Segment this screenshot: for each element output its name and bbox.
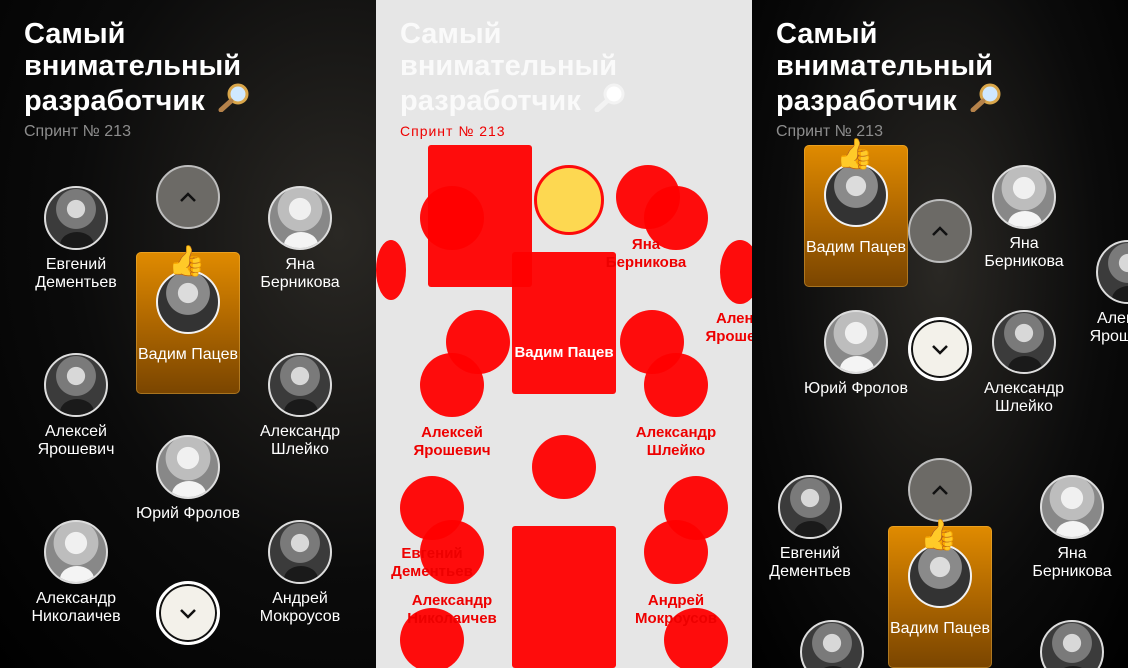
person-card[interactable]: Алексей Ярошевич xyxy=(20,353,132,459)
chevron-down-icon xyxy=(180,609,196,619)
person-name: Юрий Фролов xyxy=(136,505,240,522)
chevron-down-icon xyxy=(932,345,948,355)
person-card[interactable]: Александр Шлейко xyxy=(244,353,356,459)
page-title-text: Самый внимательный разработчик xyxy=(400,18,618,117)
page-title: Самый внимательный разработчик xyxy=(24,18,324,119)
panel-changed: Самый внимательный разработчик Спринт № … xyxy=(752,0,1128,668)
person-name: Александр Николаичев xyxy=(31,590,121,625)
winner-card[interactable]: 👍 Вадим Пацев xyxy=(136,246,240,394)
magnifier-icon xyxy=(593,82,627,119)
diff-region xyxy=(376,240,406,300)
scroll-up-button[interactable] xyxy=(908,458,972,522)
avatar xyxy=(156,270,220,334)
magnifier-icon xyxy=(969,82,1003,119)
person-name: Андрей Мокроусов xyxy=(259,590,341,625)
diff-label: Александр Шлейко xyxy=(635,424,717,459)
avatar xyxy=(992,310,1056,374)
avatar xyxy=(1040,620,1104,668)
person-card-partial[interactable] xyxy=(1016,620,1128,668)
page-title-text: Самый внимательный разработчик xyxy=(24,18,242,117)
diff-label: Вадим Пацев xyxy=(514,344,614,361)
avatar xyxy=(824,310,888,374)
person-card[interactable]: Евгений Дементьев xyxy=(20,186,132,292)
person-card[interactable]: Алексей Ярошевич xyxy=(1072,240,1128,346)
person-name: Яна Берникова xyxy=(260,256,340,291)
diff-region xyxy=(720,240,752,304)
winner-name: Вадим Пацев xyxy=(805,239,907,256)
diff-region xyxy=(420,186,484,250)
diff-region xyxy=(512,526,616,668)
winner-name: Вадим Пацев xyxy=(889,620,991,637)
avatar xyxy=(800,620,864,668)
person-name: Яна Берникова xyxy=(1032,545,1112,580)
diff-region xyxy=(512,252,616,394)
avatar xyxy=(1096,240,1128,304)
avatar xyxy=(44,520,108,584)
diff-label: Алексей Ярошевич xyxy=(413,424,491,459)
page-title: Самый внимательный разработчик xyxy=(776,18,1076,119)
scroll-up-button[interactable] xyxy=(156,165,220,229)
person-name: Юрий Фролов xyxy=(804,380,908,397)
person-card[interactable]: Яна Берникова xyxy=(244,186,356,292)
person-name: Яна Берникова xyxy=(984,235,1064,270)
person-card[interactable]: Александр Шлейко xyxy=(968,310,1080,416)
avatar xyxy=(778,475,842,539)
avatar xyxy=(44,186,108,250)
diff-region xyxy=(644,353,708,417)
diff-label: Алений Ярошевич xyxy=(705,310,752,345)
diff-label: Яна Берникова xyxy=(605,236,687,271)
person-card[interactable]: Юрий Фролов xyxy=(132,435,244,523)
page-title-text: Самый внимательный разработчик xyxy=(776,18,994,117)
person-name: Александр Шлейко xyxy=(259,423,341,458)
thumbs-up-icon: 👍 xyxy=(920,518,958,553)
person-card[interactable]: Юрий Фролов xyxy=(800,310,912,398)
person-card[interactable]: Андрей Мокроусов xyxy=(244,520,356,626)
thumbs-up-icon: 👍 xyxy=(836,137,874,172)
avatar xyxy=(1040,475,1104,539)
diff-label: Евгений Дементьев xyxy=(391,545,473,580)
person-card[interactable]: Евгений Дементьев xyxy=(754,475,866,581)
person-name: Евгений Дементьев xyxy=(35,256,117,291)
avatar xyxy=(44,353,108,417)
sprint-label: Спринт № 213 xyxy=(400,123,506,139)
chevron-up-icon xyxy=(180,192,196,202)
avatar xyxy=(156,435,220,499)
avatar xyxy=(992,165,1056,229)
page-title: Самый внимательный разработчик xyxy=(400,18,700,119)
person-name: Александр Шлейко xyxy=(983,380,1065,415)
magnifier-icon xyxy=(217,82,251,119)
sprint-label: Спринт № 213 xyxy=(24,123,131,140)
scroll-up-button[interactable] xyxy=(908,199,972,263)
person-card-partial[interactable] xyxy=(776,620,888,668)
panel-original: Самый внимательный разработчик Спринт № … xyxy=(0,0,376,668)
avatar xyxy=(268,353,332,417)
scroll-down-button[interactable] xyxy=(156,581,220,645)
winner-card[interactable]: 👍 Вадим Пацев xyxy=(804,139,908,287)
diff-label: Андрей Мокроусов xyxy=(635,592,717,627)
diff-region xyxy=(420,353,484,417)
diff-region xyxy=(532,435,596,499)
person-name: Алексей Ярошевич xyxy=(37,423,115,458)
winner-card[interactable]: 👍 Вадим Пацев xyxy=(888,520,992,668)
avatar xyxy=(268,520,332,584)
avatar xyxy=(908,544,972,608)
person-card[interactable]: Яна Берникова xyxy=(1016,475,1128,581)
person-name: Алексей Ярошевич xyxy=(1089,310,1128,345)
diff-label: Александр Николаичев xyxy=(407,592,497,627)
person-card[interactable]: Александр Николаичев xyxy=(20,520,132,626)
diff-region xyxy=(534,165,604,235)
diff-region xyxy=(644,520,708,584)
thumbs-up-icon: 👍 xyxy=(168,244,206,279)
panel-diff: Самый внимательный разработчик Спринт № … xyxy=(376,0,752,668)
avatar xyxy=(824,163,888,227)
chevron-up-icon xyxy=(932,226,948,236)
avatar xyxy=(268,186,332,250)
person-card[interactable]: Яна Берникова xyxy=(968,165,1080,271)
winner-name: Вадим Пацев xyxy=(137,346,239,363)
person-name: Евгений Дементьев xyxy=(769,545,851,580)
chevron-up-icon xyxy=(932,485,948,495)
scroll-down-button[interactable] xyxy=(908,317,972,381)
